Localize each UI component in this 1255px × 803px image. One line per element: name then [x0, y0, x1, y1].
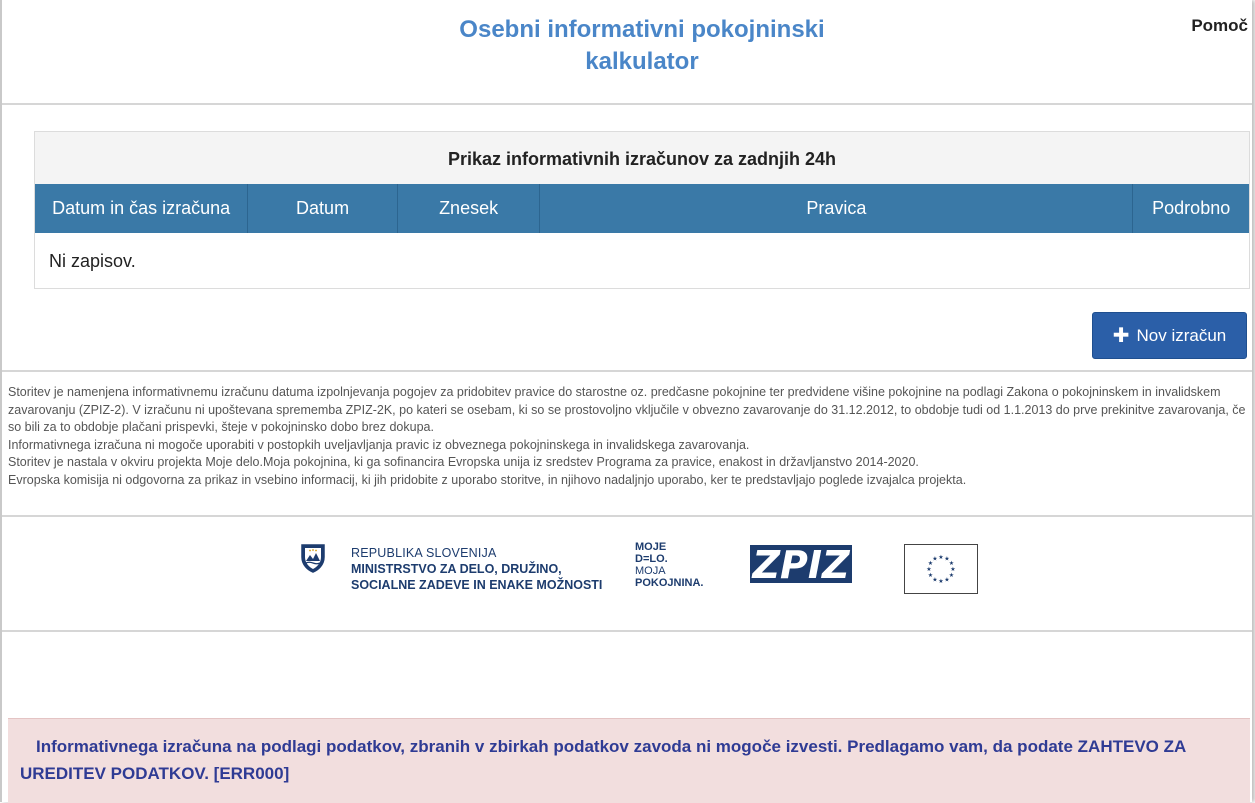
table-caption: Prikaz informativnih izračunov za zadnji… [35, 132, 1249, 184]
svg-text:★: ★ [926, 566, 931, 573]
error-code: [ERR000] [213, 764, 290, 783]
svg-text:★: ★ [928, 572, 933, 579]
info-paragraph-1: Storitev je namenjena informativnemu izr… [8, 385, 1246, 435]
plus-icon: ✚ [1112, 324, 1130, 347]
ministry-line-3: SOCIALNE ZADEVE IN ENAKE MOŽNOSTI [351, 578, 603, 592]
column-header-details: Podrobno [1152, 198, 1231, 218]
column-header-date: Datum [248, 184, 398, 233]
table-empty-message: Ni zapisov. [49, 251, 136, 271]
header-divider [2, 103, 1252, 105]
svg-text:★: ★ [932, 556, 937, 563]
logos-divider [2, 630, 1252, 632]
title-line-2: kalkulator [585, 48, 699, 75]
moje-line-3: MOJA [635, 565, 666, 577]
column-header-datetime: Datum in čas izračuna [35, 184, 249, 233]
calculations-table: Prikaz informativnih izračunov za zadnji… [34, 131, 1250, 289]
info-paragraph-4: Evropska komisija ni odgovorna za prikaz… [8, 472, 967, 487]
ministry-line-1: REPUBLIKA SLOVENIJA [351, 546, 497, 560]
table-header-row: Datum in čas izračuna Datum Znesek Pravi… [35, 184, 1249, 233]
partner-logos: REPUBLIKA SLOVENIJA MINISTRSTVO ZA DELO,… [2, 530, 1252, 620]
page-header: Osebni informativni pokojninski kalkulat… [2, 0, 1252, 104]
info-divider [2, 515, 1252, 517]
service-info: Storitev je namenjena informativnemu izr… [8, 384, 1248, 490]
page-title: Osebni informativni pokojninski kalkulat… [402, 14, 882, 78]
title-line-1: Osebni informativni pokojninski [459, 16, 825, 43]
moje-line-1: MOJE [635, 541, 667, 553]
svg-text:★: ★ [938, 554, 943, 561]
moje-delo-logo: MOJE D=LO. MOJA POKOJNINA. [635, 541, 703, 589]
zpiz-logo: ZPIZ [750, 543, 852, 587]
slovenia-crest-icon [300, 543, 326, 578]
column-header-right: Pravica [540, 184, 1134, 233]
info-paragraph-3: Storitev je nastala v okviru projekta Mo… [8, 455, 919, 470]
help-link[interactable]: Pomoč [1191, 16, 1248, 36]
ministry-line-2: MINISTRSTVO ZA DELO, DRUŽINO, [351, 562, 562, 576]
zpiz-logo-text: ZPIZ [751, 545, 851, 583]
eu-flag-icon: ★ ★ ★ ★ ★ ★ ★ ★ ★ ★ ★ ★ [904, 544, 978, 594]
moje-line-4: POKOJNINA. [635, 577, 704, 589]
moje-line-2: D=LO. [635, 553, 668, 565]
new-calculation-button[interactable]: ✚ Nov izračun [1092, 312, 1247, 359]
new-calculation-label: Nov izračun [1136, 325, 1227, 345]
ministry-logo-text: REPUBLIKA SLOVENIJA MINISTRSTVO ZA DELO,… [351, 545, 602, 593]
svg-text:★: ★ [944, 577, 949, 584]
page-frame: Osebni informativni pokojninski kalkulat… [0, 0, 1252, 802]
content-divider [2, 370, 1252, 372]
info-paragraph-2: Informativnega izračuna ni mogoče uporab… [8, 437, 750, 452]
error-alert-text: Informativnega izračuna na podlagi podat… [20, 733, 1220, 787]
error-alert: Informativnega izračuna na podlagi podat… [8, 718, 1250, 803]
error-message: Informativnega izračuna na podlagi podat… [36, 737, 1073, 756]
column-header-amount: Znesek [398, 184, 541, 233]
svg-text:★: ★ [938, 578, 943, 585]
